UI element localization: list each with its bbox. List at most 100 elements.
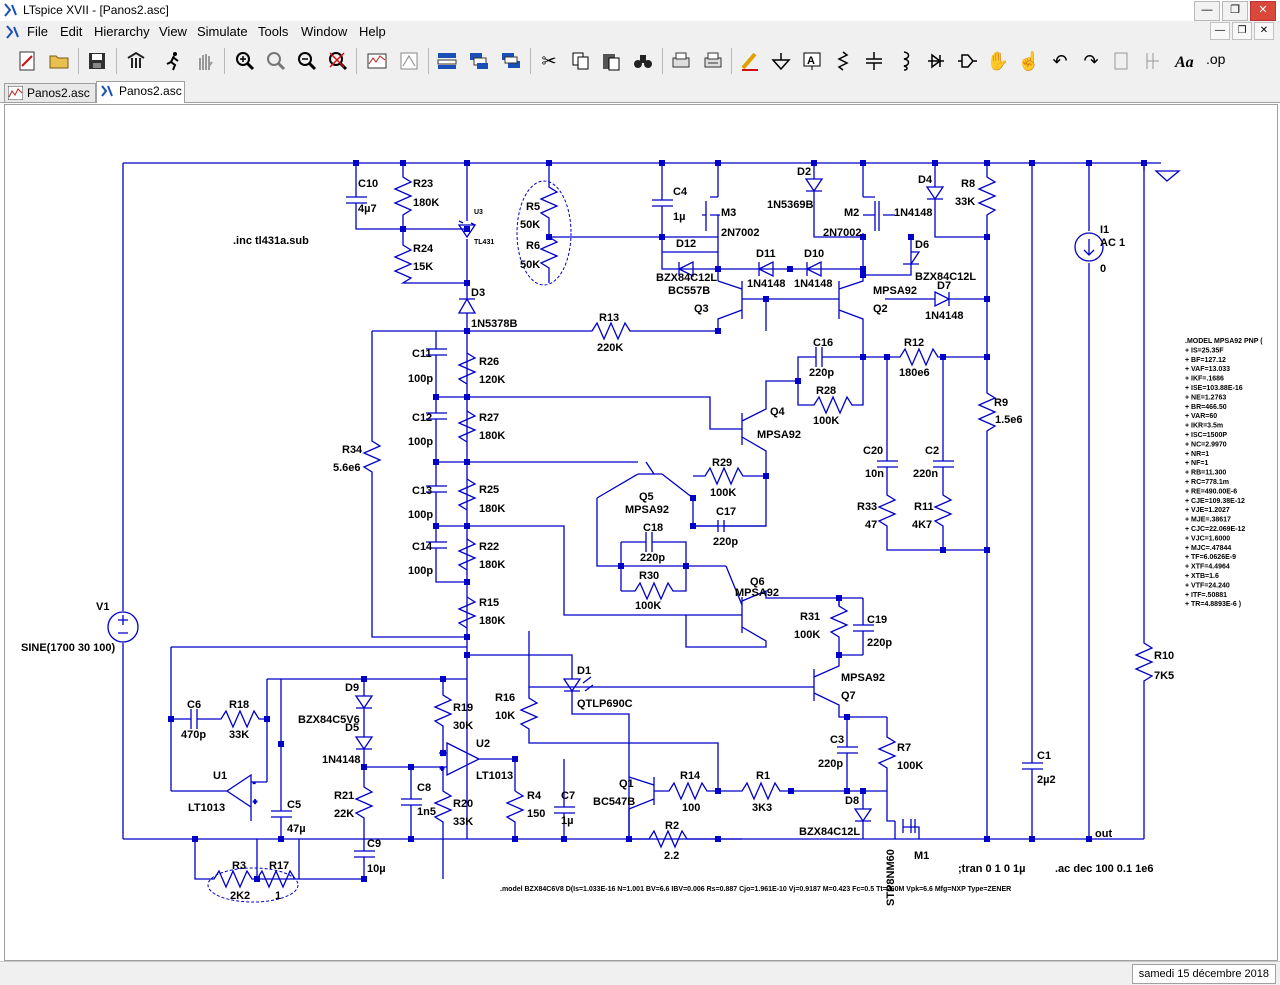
pnp-model-directive: .MODEL MPSA92 PNP (+ IS=25.35F + BF=127.1…	[1185, 338, 1263, 608]
component-label: MPSA92	[757, 429, 801, 441]
directive-texts: .inc tl431a.sub SINE(1700 30 100) AC 1 0…	[21, 235, 1153, 893]
component-label: 180K	[413, 197, 439, 209]
component-label: MPSA92	[841, 672, 885, 684]
component-label: R11	[914, 501, 934, 513]
ac-directive: .ac dec 100 0.1 1e6	[1055, 863, 1153, 875]
component-label: R29	[712, 457, 732, 469]
component-label: R25	[479, 484, 499, 496]
svg-text:-: -	[253, 780, 256, 787]
model-line: + XTF=4.4964	[1185, 564, 1230, 571]
model-line: + ISC=1500P	[1185, 432, 1227, 439]
model-line: + TR=4.8893E-6 )	[1185, 601, 1241, 608]
component-label: 150	[527, 808, 545, 820]
vertical-component-label: STP8NM60	[885, 849, 897, 906]
component-label: R23	[413, 178, 433, 190]
component-label: R7	[897, 742, 911, 754]
component-label: 4µ7	[358, 203, 377, 215]
model-line: + RE=490.00E-6	[1185, 488, 1237, 495]
component-label: 33K	[229, 729, 249, 741]
component-label: U2	[476, 738, 490, 750]
component-label: 47	[865, 519, 877, 531]
component-label: D2	[797, 166, 811, 178]
component-label: 1N4148	[925, 310, 964, 322]
tiny-component-label: TL431	[474, 239, 494, 246]
junction-dots	[168, 160, 1147, 882]
schematic-canvas[interactable]: - + - +	[4, 104, 1278, 961]
component-label: R3	[232, 860, 246, 872]
model-line: + RC=778.1m	[1185, 479, 1229, 486]
component-label: 33K	[955, 196, 975, 208]
component-label: D5	[345, 722, 359, 734]
net-label-out: out	[1095, 828, 1112, 840]
component-label: 50K	[520, 219, 540, 231]
model-line: + MJC=.47844	[1185, 545, 1231, 552]
component-label: M3	[721, 207, 736, 219]
model-line: + VAF=13.033	[1185, 366, 1230, 373]
component-label: 2µ2	[1037, 774, 1056, 786]
include-directive: .inc tl431a.sub	[233, 235, 309, 247]
component-label: 10n	[865, 468, 884, 480]
model-line: + MJE=.38617	[1185, 517, 1231, 524]
component-label: C19	[867, 614, 887, 626]
component-label: 220p	[713, 536, 738, 548]
component-label: 4K7	[912, 519, 932, 531]
component-label: R2	[665, 820, 679, 832]
component-label: R34	[342, 444, 363, 456]
component-label: D4	[918, 174, 933, 186]
component-label: 1N5369B	[767, 199, 814, 211]
component-label: C12	[412, 412, 432, 424]
component-label: 1.5e6	[995, 414, 1023, 426]
component-label: Q7	[841, 690, 856, 702]
component-label: R27	[479, 412, 499, 424]
component-label: Q1	[619, 778, 634, 790]
model-line: + IKF=.1686	[1185, 376, 1224, 383]
model-line: + RB=11.300	[1185, 470, 1226, 477]
component-label: R6	[526, 240, 540, 252]
component-label: D10	[804, 248, 824, 260]
model-line: .MODEL MPSA92 PNP (	[1185, 338, 1263, 345]
component-label: C16	[813, 337, 833, 349]
model-line: + VTF=24.240	[1185, 582, 1230, 589]
component-label: Q5	[639, 491, 654, 503]
component-label: 1µ	[673, 211, 685, 223]
component-label: R20	[453, 798, 473, 810]
component-label: R24	[413, 243, 434, 255]
component-label: 47µ	[287, 823, 306, 835]
model-line: + VJE=1.2027	[1185, 507, 1230, 514]
component-label: 22K	[334, 808, 354, 820]
component-label: C11	[412, 348, 432, 360]
component-label: LT1013	[476, 770, 513, 782]
component-label: 220p	[818, 758, 843, 770]
component-label: I1	[1100, 224, 1109, 236]
component-label: C18	[643, 522, 663, 534]
component-label: R13	[599, 312, 619, 324]
component-label: D1	[577, 665, 591, 677]
component-label: R1	[756, 770, 770, 782]
component-label: C9	[367, 838, 381, 850]
component-label: 3K3	[752, 802, 772, 814]
component-label: D8	[845, 795, 859, 807]
model-line: + BR=466.50	[1185, 404, 1227, 411]
component-label: 100p	[408, 373, 433, 385]
model-line: + XTB=1.6	[1185, 573, 1219, 580]
component-label: U1	[213, 770, 227, 782]
component-label: D9	[345, 682, 359, 694]
component-labels: C104µ7R23180KR2415KD31N5378BR550KR650KC4…	[96, 166, 1174, 906]
component-label: 100p	[408, 436, 433, 448]
component-label: 180K	[479, 615, 505, 627]
component-label: 5.6e6	[333, 462, 361, 474]
component-label: C14	[412, 541, 433, 553]
highlight-ellipses	[207, 180, 572, 903]
component-label: R19	[453, 702, 473, 714]
zener-model-directive: .model BZX84C6V8 D(Is=1.033E-16 N=1.001 …	[500, 886, 1011, 893]
component-label: D3	[471, 287, 485, 299]
component-label: 1N4148	[322, 754, 361, 766]
component-label: C5	[287, 799, 301, 811]
component-label: 15K	[413, 261, 433, 273]
component-label: R26	[479, 356, 499, 368]
component-label: 2.2	[664, 850, 679, 862]
component-label: 1	[275, 890, 281, 902]
component-label: R17	[269, 860, 289, 872]
component-label: D11	[756, 248, 776, 260]
component-label: C20	[863, 445, 883, 457]
